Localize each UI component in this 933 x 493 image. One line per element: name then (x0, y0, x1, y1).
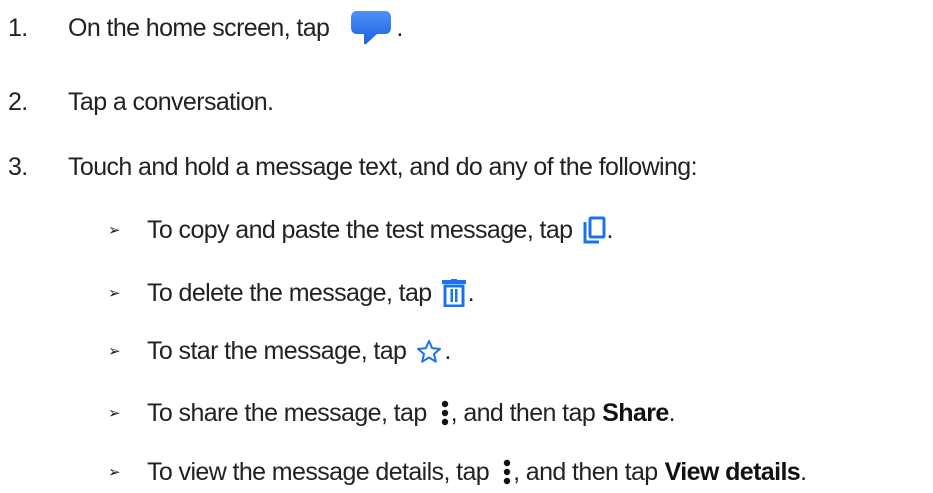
subitem-text: To copy and paste the test message, tap (147, 215, 573, 244)
trash-icon (441, 279, 466, 307)
subitem-end: . (800, 457, 807, 486)
star-icon (416, 339, 442, 364)
bullet-arrow: ➢ (108, 343, 121, 360)
messages-app-icon (349, 9, 393, 47)
subitem-trail: . (606, 215, 614, 244)
subitem-star: ➢ To star the message, tap . (108, 333, 451, 369)
share-label: Share (602, 398, 669, 427)
subitem-details: ➢ To view the message details, tap , and… (108, 454, 807, 490)
bullet-arrow: ➢ (108, 405, 121, 422)
subitem-end: . (668, 398, 676, 427)
more-vert-icon (503, 459, 511, 485)
subitem-trail: , and then tap (513, 457, 658, 486)
more-vert-icon (441, 400, 449, 426)
step-text: On the home screen, tap (68, 13, 330, 42)
step-text: Touch and hold a message text, and do an… (68, 152, 698, 181)
bullet-arrow: ➢ (108, 222, 121, 239)
subitem-text: To delete the message, tap (147, 278, 432, 307)
step-number: 3. (8, 152, 28, 181)
step-trail: . (396, 13, 403, 42)
copy-icon (583, 216, 607, 244)
bullet-arrow: ➢ (108, 464, 121, 481)
subitem-trail: . (467, 278, 475, 307)
step-3: 3. Touch and hold a message text, and do… (8, 149, 698, 185)
subitem-text: To star the message, tap (147, 336, 407, 365)
step-number: 1. (8, 13, 28, 42)
step-number: 2. (8, 87, 28, 116)
step-1: 1. On the home screen, tap . (8, 8, 403, 48)
subitem-text: To share the message, tap (147, 398, 427, 427)
subitem-share: ➢ To share the message, tap , and then t… (108, 395, 676, 431)
subitem-trail: . (444, 336, 451, 365)
bullet-arrow: ➢ (108, 285, 121, 302)
subitem-delete: ➢ To delete the message, tap . (108, 275, 475, 311)
subitem-copy: ➢ To copy and paste the test message, ta… (108, 212, 613, 248)
subitem-text: To view the message details, tap (147, 457, 490, 486)
view-details-label: View details (664, 457, 801, 486)
subitem-trail: , and then tap (450, 398, 596, 427)
step-2: 2. Tap a conversation. (8, 84, 274, 120)
step-text: Tap a conversation. (68, 87, 274, 116)
